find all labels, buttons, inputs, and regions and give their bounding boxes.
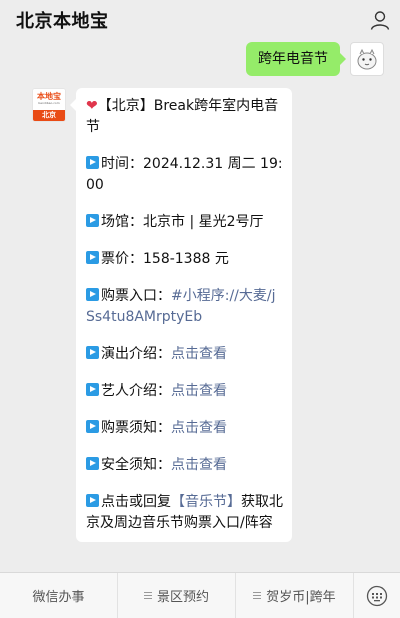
message-price: 票价：158-1388 元 [86, 249, 284, 270]
menu-list-icon [253, 592, 262, 599]
bendibao-logo: 本地宝 bendibao.com [33, 89, 65, 110]
keyboard-icon[interactable] [354, 573, 400, 618]
play-icon [86, 214, 99, 227]
account-avatar[interactable]: 本地宝 bendibao.com 北京 [32, 88, 66, 122]
heart-icon: ❤ [86, 98, 98, 114]
play-icon [86, 251, 99, 264]
menu-wechat-services[interactable]: 微信办事 [0, 573, 118, 618]
incoming-bubble: ❤【北京】Break跨年室内电音节 时间：2024.12.31 周二 19:00… [70, 88, 292, 542]
menu-scenic-reservation[interactable]: 景区预约 [118, 573, 236, 618]
message-title: ❤【北京】Break跨年室内电音节 [86, 98, 279, 135]
show-intro-link[interactable]: 点击查看 [171, 346, 227, 362]
play-icon [86, 156, 99, 169]
menu-new-year-coin[interactable]: 贺岁币|跨年 [236, 573, 354, 618]
incoming-message: 本地宝 bendibao.com 北京 ❤【北京】Break跨年室内电音节 时间… [32, 88, 292, 542]
ticket-notice-link[interactable]: 点击查看 [171, 420, 227, 436]
bottom-menu: 微信办事 景区预约 贺岁币|跨年 [0, 572, 400, 618]
play-icon [86, 383, 99, 396]
message-safety: 安全须知：点击查看 [86, 455, 284, 476]
message-artist: 艺人介绍：点击查看 [86, 381, 284, 402]
outgoing-message: 跨年电音节 [246, 42, 384, 76]
logo-city: 北京 [33, 109, 65, 121]
menu-list-icon [143, 592, 152, 599]
artist-intro-link[interactable]: 点击查看 [171, 383, 227, 399]
message-reply-hint: 点击或回复【音乐节】获取北京及周边音乐节购票入口/阵容 [86, 494, 283, 531]
message-notice: 购票须知：点击查看 [86, 418, 284, 439]
play-icon [86, 288, 99, 301]
chat-header: 北京本地宝 [0, 0, 400, 40]
person-icon[interactable] [368, 8, 392, 32]
message-venue: 场馆：北京市 | 星光2号厅 [86, 212, 284, 233]
cartoon-avatar-icon [357, 48, 377, 70]
play-icon [86, 420, 99, 433]
outgoing-bubble[interactable]: 跨年电音节 [246, 42, 346, 76]
play-icon [86, 494, 99, 507]
message-ticket: 购票入口：#小程序://大麦/jSs4tu8AMrptyEb [86, 288, 276, 325]
play-icon [86, 346, 99, 359]
page-title: 北京本地宝 [16, 11, 109, 32]
play-icon [86, 457, 99, 470]
chat-area[interactable]: 跨年电音节 本地宝 bendibao.com 北京 ❤【北京】Break跨年室内… [0, 40, 400, 572]
safety-notice-link[interactable]: 点击查看 [171, 457, 227, 473]
message-show: 演出介绍：点击查看 [86, 344, 284, 365]
my-avatar[interactable] [350, 42, 384, 76]
message-time: 时间：2024.12.31 周二 19:00 [86, 156, 283, 193]
music-festival-keyword-link[interactable]: 【音乐节】 [171, 494, 241, 510]
